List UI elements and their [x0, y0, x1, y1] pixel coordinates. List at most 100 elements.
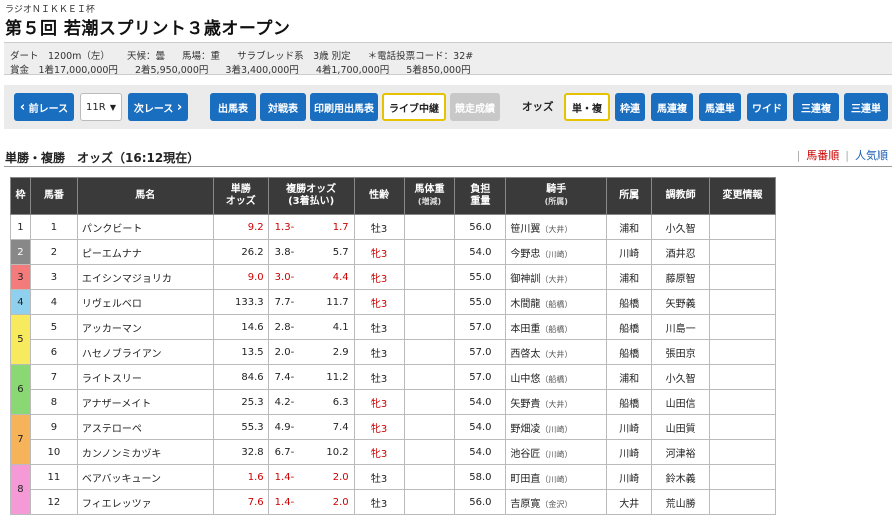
sort-by-number[interactable]: 馬番順: [806, 147, 839, 163]
body-weight-cell: [403, 239, 456, 265]
waku-cell: 2: [10, 239, 31, 265]
odds-tab-quinella[interactable]: 馬連複: [651, 93, 693, 121]
odds-label: オッズ: [522, 101, 554, 113]
live-stream-button[interactable]: ライブ中継: [382, 93, 446, 121]
place-odds-cell: 7.7- 11.7: [267, 289, 355, 315]
header-burden-weight: 負担 重量: [454, 177, 507, 215]
header-stable: 所属: [606, 177, 653, 215]
win-odds-cell: 32.8: [212, 439, 269, 465]
prize-5th: 5着850,000円: [406, 65, 471, 76]
trainer-cell: 鈴木義: [651, 464, 711, 490]
change-info-cell: [709, 239, 776, 265]
odds-table-body: 1 1 パンクビート 9.2 1.3- 1.7 牡3 56.0 笹川翼（大井） 浦和 小久智 2 2 ピー…: [10, 214, 776, 515]
win-odds-cell: 7.6: [212, 489, 269, 515]
sex-age-cell: 牝3: [353, 289, 405, 315]
stable-cell: 川崎: [606, 239, 653, 265]
body-weight-cell: [403, 364, 456, 390]
table-row: 7 9 アステローペ 55.3 4.9- 7.4 牝3 54.0 野畑凌（川崎） 川崎 山田質: [10, 414, 776, 465]
odds-tab-trio[interactable]: 三連複: [793, 93, 839, 121]
place-odds-high: 4.4: [332, 271, 349, 283]
sort-divider: |: [796, 149, 801, 162]
place-odds-high: 11.7: [326, 296, 349, 308]
odds-tab-trifecta[interactable]: 三連単: [844, 93, 888, 121]
next-race-button[interactable]: 次レース ›: [128, 93, 188, 121]
print-entry-button[interactable]: 印刷用出馬表: [310, 93, 378, 121]
horse-name-cell: アッカーマン: [76, 314, 214, 340]
odds-tab-exacta[interactable]: 馬連単: [699, 93, 741, 121]
horse-name-cell: エイシンマジョリカ: [76, 264, 214, 290]
jockey-name: 町田直: [510, 473, 541, 485]
trainer-cell: 藤原智: [651, 264, 711, 290]
trainer-cell: 酒井忍: [651, 239, 711, 265]
place-odds-low: 2.0-: [274, 346, 295, 358]
prize-money: 賞金 1着17,000,000円 2着5,950,000円 3着3,400,00…: [10, 62, 485, 76]
race-select[interactable]: 11R ▼: [80, 93, 122, 121]
header-body-weight: 馬体重 (増減): [403, 177, 456, 215]
stable-cell: 船橋: [606, 389, 653, 415]
horse-name-cell: アナザーメイト: [76, 389, 214, 415]
waku-cell: 3: [10, 264, 31, 290]
table-row: 4 4 リヴェルベロ 133.3 7.7- 11.7 牝3 55.0 木間龍（船橋） 船橋 矢野義: [10, 289, 776, 315]
stable-cell: 浦和: [606, 214, 653, 240]
table-row: 6 ハセノブライアン 13.5 2.0- 2.9 牡3 57.0 西啓太（大井） 船橋 張田京: [11, 339, 776, 365]
place-odds-cell: 1.4- 2.0: [267, 464, 355, 490]
place-odds-high: 5.7: [332, 246, 349, 258]
jockey-affiliation: （川崎）: [540, 249, 573, 259]
win-odds-cell: 9.2: [212, 214, 269, 240]
prize-3rd: 3着3,400,000円: [225, 65, 299, 76]
sex-age-cell: 牡3: [353, 214, 405, 240]
waku-cell: 7: [10, 414, 31, 465]
race-conditions: ダート 1200m（左） 天候：曇 馬場：重 サラブレッド系 3歳 別定 ＊電話…: [10, 48, 487, 62]
jockey-cell: 山中悠（船橋）: [505, 364, 608, 390]
race-info-box: ダート 1200m（左） 天候：曇 馬場：重 サラブレッド系 3歳 別定 ＊電話…: [4, 42, 892, 76]
sex-age-cell: 牡3: [353, 314, 405, 340]
header-trainer: 調教師: [651, 177, 711, 215]
change-info-cell: [709, 464, 776, 490]
horse-name-cell: ハセノブライアン: [76, 339, 214, 365]
place-odds-low: 2.8-: [274, 321, 295, 333]
place-odds-low: 7.7-: [274, 296, 295, 308]
place-odds-high: 11.2: [326, 371, 349, 383]
place-odds-cell: 3.8- 5.7: [267, 239, 355, 265]
jockey-name: 野畑凌: [510, 423, 541, 435]
umaban-cell: 7: [29, 364, 78, 390]
place-odds-high: 2.9: [332, 346, 349, 358]
odds-tab-win-place[interactable]: 単・複: [564, 93, 610, 121]
jockey-cell: 今野忠（川崎）: [505, 239, 608, 265]
place-odds-high: 4.1: [332, 321, 349, 333]
jockey-affiliation: （大井）: [540, 224, 573, 234]
burden-weight-cell: 54.0: [454, 439, 507, 465]
burden-weight-cell: 58.0: [454, 464, 507, 490]
entry-table-button[interactable]: 出馬表: [210, 93, 256, 121]
jockey-affiliation: （川崎）: [540, 474, 573, 484]
trainer-cell: 小久智: [651, 214, 711, 240]
sex-age-cell: 牡3: [353, 489, 405, 515]
jockey-name: 池谷匠: [510, 448, 541, 460]
change-info-cell: [709, 439, 776, 465]
odds-tab-bracket[interactable]: 枠連: [615, 93, 645, 121]
sex-age-cell: 牡3: [353, 339, 405, 365]
burden-weight-cell: 55.0: [454, 264, 507, 290]
table-row: 3 3 エイシンマジョリカ 9.0 3.0- 4.4 牝3 55.0 御神訓（大井） 浦和 藤原智: [10, 264, 776, 290]
place-odds-cell: 6.7- 10.2: [267, 439, 355, 465]
chevron-right-icon: ›: [176, 99, 183, 115]
jockey-affiliation: （金沢）: [540, 499, 573, 509]
matchup-button[interactable]: 対戦表: [260, 93, 306, 121]
table-row: 6 7 ライトスリー 84.6 7.4- 11.2 牡3 57.0 山中悠（船橋） 浦和 小久智: [10, 364, 776, 415]
horse-name-cell: パンクビート: [76, 214, 214, 240]
change-info-cell: [709, 289, 776, 315]
prev-race-button[interactable]: ‹ 前レース: [14, 93, 74, 121]
trainer-cell: 張田京: [651, 339, 711, 365]
header-sex-age: 性齢: [353, 177, 405, 215]
place-odds-cell: 4.9- 7.4: [267, 414, 355, 440]
odds-tab-wide[interactable]: ワイド: [747, 93, 787, 121]
burden-weight-cell: 57.0: [454, 364, 507, 390]
table-row: 2 2 ピーエムナナ 26.2 3.8- 5.7 牝3 54.0 今野忠（川崎） 川崎 酒井忍: [10, 239, 776, 265]
sort-by-popularity[interactable]: 人気順: [855, 147, 888, 163]
jockey-name: 山中悠: [510, 373, 541, 385]
table-row: 8 アナザーメイト 25.3 4.2- 6.3 牝3 54.0 矢野貴（大井） 船橋 山田信: [11, 389, 776, 415]
jockey-cell: 矢野貴（大井）: [505, 389, 608, 415]
table-row: 5 5 アッカーマン 14.6 2.8- 4.1 牡3 57.0 本田重（船橋） 船橋 川島一: [10, 314, 776, 365]
jockey-affiliation: （船橋）: [540, 374, 573, 384]
place-odds-cell: 3.0- 4.4: [267, 264, 355, 290]
